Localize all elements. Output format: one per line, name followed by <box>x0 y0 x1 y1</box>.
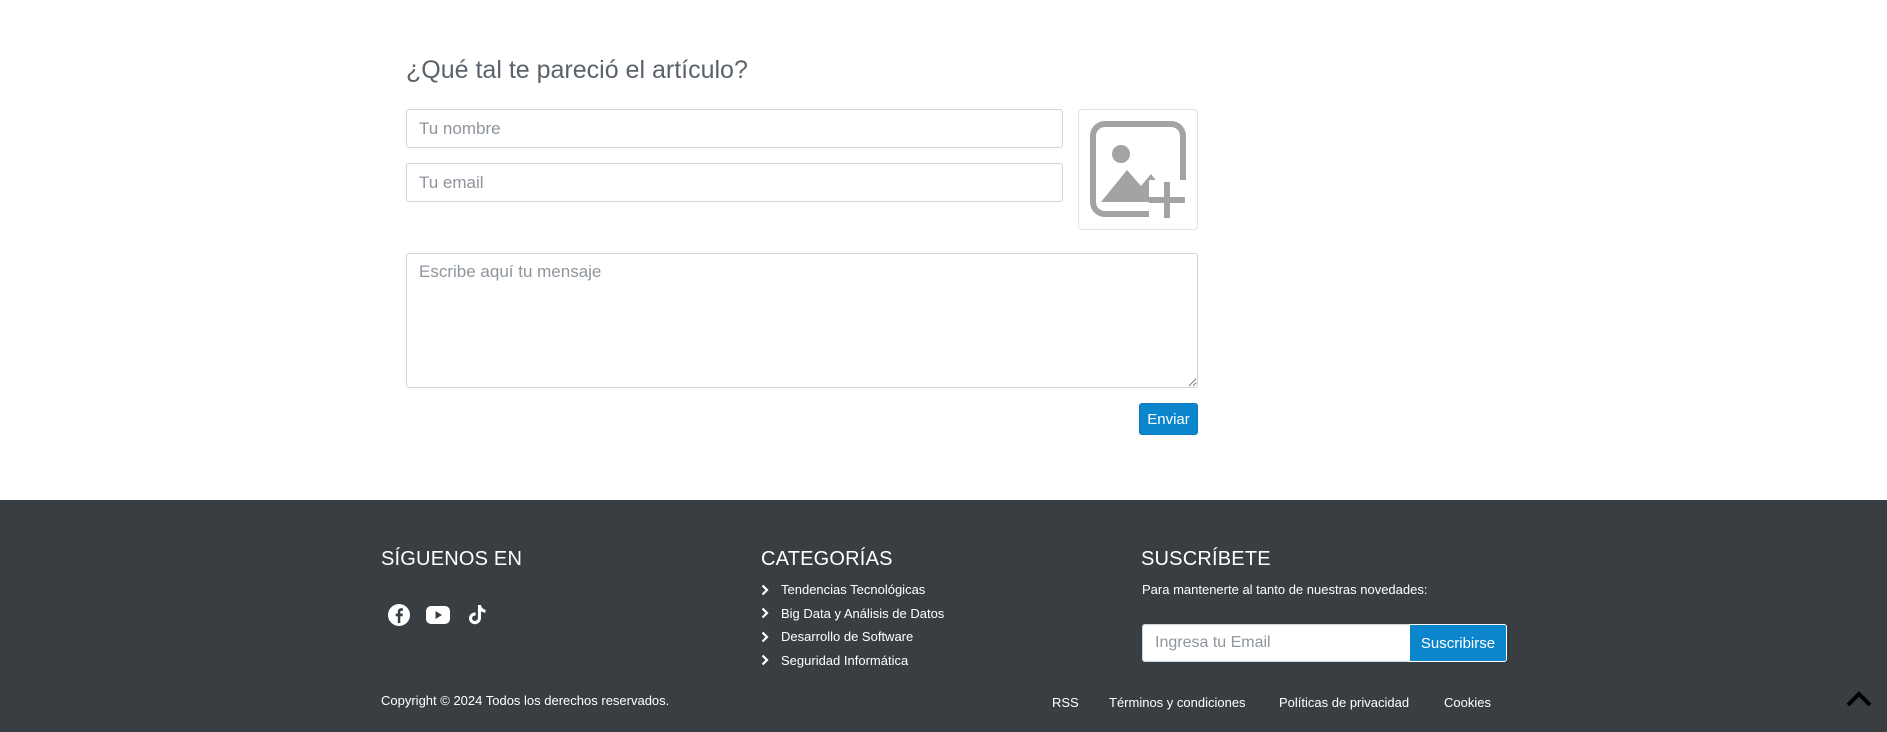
subscribe-email-input[interactable] <box>1142 624 1409 662</box>
add-image-icon <box>1090 120 1187 220</box>
comment-form: ¿Qué tal te pareció el artículo? Enviar <box>0 0 1887 500</box>
categories-title: CATEGORÍAS <box>761 548 893 570</box>
email-input[interactable] <box>406 163 1063 202</box>
chevron-right-icon <box>761 654 781 666</box>
social-links <box>386 602 489 627</box>
category-item[interactable]: Big Data y Análisis de Datos <box>761 602 944 626</box>
send-button[interactable]: Enviar <box>1139 403 1198 435</box>
message-textarea[interactable] <box>406 253 1198 388</box>
tiktok-icon[interactable] <box>464 602 489 627</box>
category-label: Big Data y Análisis de Datos <box>781 605 945 621</box>
subscribe-title: SUSCRÍBETE <box>1141 548 1271 570</box>
category-label: Desarrollo de Software <box>781 629 914 645</box>
chevron-right-icon <box>761 584 781 596</box>
category-item[interactable]: Tendencias Tecnológicas <box>761 578 944 602</box>
categories-list: Tendencias Tecnológicas Big Data y Análi… <box>761 578 944 672</box>
follow-title: SÍGUENOS EN <box>381 548 523 570</box>
youtube-icon[interactable] <box>425 602 450 627</box>
rss-link[interactable]: RSS <box>1052 695 1079 710</box>
chevron-right-icon <box>761 607 781 619</box>
subscribe-button[interactable]: Suscribirse <box>1409 624 1507 662</box>
form-title: ¿Qué tal te pareció el artículo? <box>406 56 748 84</box>
chevron-right-icon <box>761 631 781 643</box>
category-label: Seguridad Informática <box>781 652 909 668</box>
chevron-up-icon <box>1846 691 1872 707</box>
category-item[interactable]: Desarrollo de Software <box>761 625 944 649</box>
back-to-top-button[interactable] <box>1844 688 1874 710</box>
copyright-text: Copyright © 2024 Todos los derechos rese… <box>381 693 670 708</box>
cookies-link[interactable]: Cookies <box>1444 695 1491 710</box>
facebook-icon[interactable] <box>386 602 411 627</box>
category-item[interactable]: Seguridad Informática <box>761 649 944 673</box>
name-input[interactable] <box>406 109 1063 148</box>
image-upload-button[interactable] <box>1078 109 1198 230</box>
privacy-link[interactable]: Políticas de privacidad <box>1279 695 1409 710</box>
category-label: Tendencias Tecnológicas <box>781 582 926 598</box>
subscribe-text: Para mantenerte al tanto de nuestras nov… <box>1142 582 1428 597</box>
terms-link[interactable]: Términos y condiciones <box>1109 695 1246 710</box>
